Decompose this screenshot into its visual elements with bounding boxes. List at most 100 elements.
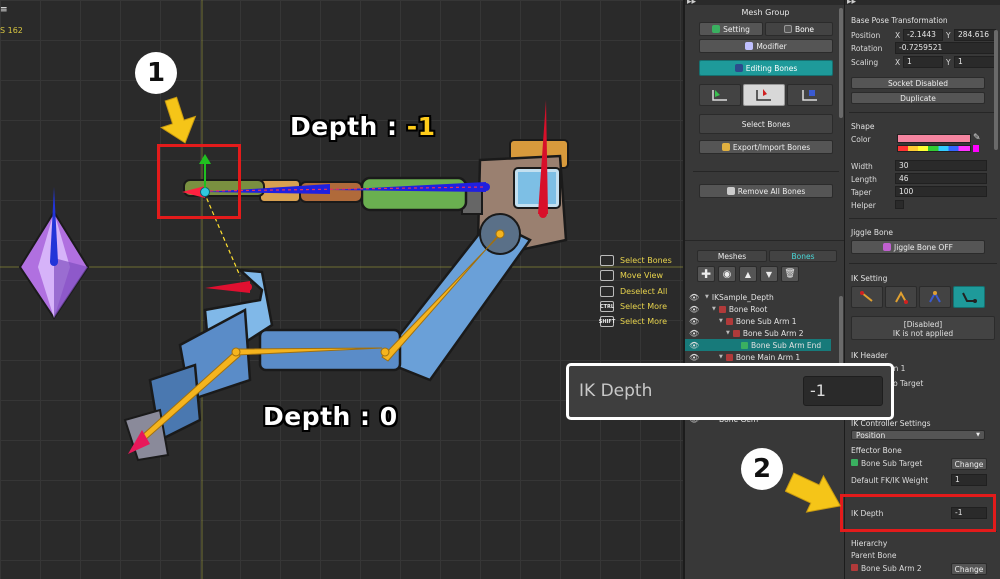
divider bbox=[693, 171, 839, 172]
divider bbox=[849, 112, 997, 113]
collapse-icon[interactable]: ▸▸ bbox=[847, 0, 856, 7]
color-palette[interactable] bbox=[897, 145, 971, 152]
effector-bone-label: Effector Bone bbox=[851, 446, 902, 455]
visibility-eye-icon[interactable]: 👁 bbox=[689, 341, 699, 350]
highlight-box-bone bbox=[157, 144, 241, 219]
tab-bone[interactable]: Bone bbox=[765, 22, 833, 36]
setting-icon bbox=[712, 25, 721, 33]
ik-mode-none[interactable] bbox=[851, 286, 883, 308]
add-bone-tool[interactable] bbox=[743, 84, 785, 106]
jiggle-bone-button[interactable]: Jiggle Bone OFF bbox=[851, 240, 985, 254]
visibility-eye-icon[interactable]: 👁 bbox=[689, 329, 699, 338]
visibility-eye-icon[interactable]: 👁 bbox=[689, 353, 699, 362]
modifier-button[interactable]: Modifier bbox=[699, 39, 833, 53]
position-x-field[interactable]: -2.1443 bbox=[903, 29, 943, 41]
visibility-eye-icon[interactable]: 👁 bbox=[689, 293, 699, 302]
tab-bone-label: Bone bbox=[794, 24, 815, 34]
layer-icon[interactable]: ◉ bbox=[718, 266, 736, 282]
ik-status-box: [Disabled] IK is not applied bbox=[851, 316, 995, 340]
tree-item[interactable]: 👁 ▼ IKSample_Depth bbox=[685, 291, 831, 303]
length-field[interactable]: 46 bbox=[895, 173, 987, 184]
parent-change-button[interactable]: Change bbox=[951, 563, 987, 575]
panel-top-bar bbox=[845, 0, 1000, 5]
step-2-badge: 2 bbox=[741, 448, 783, 490]
bone-icon bbox=[725, 353, 733, 361]
section-shape: Shape bbox=[851, 122, 875, 131]
duplicate-button[interactable]: Duplicate bbox=[851, 92, 985, 104]
visibility-eye-icon[interactable]: 👁 bbox=[689, 305, 699, 314]
inspector-scrollbar[interactable] bbox=[994, 30, 998, 150]
inspector-panel: ▸▸ Base Pose Transformation Position X -… bbox=[844, 0, 1000, 579]
chevron-down-icon: ▼ bbox=[976, 432, 980, 438]
helper-checkbox[interactable] bbox=[895, 200, 904, 209]
link-bone-tool[interactable] bbox=[787, 84, 833, 106]
editing-bones-button[interactable]: Editing Bones bbox=[699, 60, 833, 76]
expand-icon[interactable]: ▼ bbox=[719, 354, 723, 360]
expand-icon[interactable]: ▼ bbox=[705, 294, 709, 300]
hint-label: Move View bbox=[620, 271, 663, 281]
ik-depth-callout: IK Depth -1 bbox=[566, 363, 894, 420]
select-bone-tool[interactable] bbox=[699, 84, 741, 106]
viewport[interactable]: ≡ S 162 Select Bones Move View Deselect … bbox=[0, 0, 683, 579]
mouse-middle-icon bbox=[600, 270, 614, 282]
export-import-bones-button[interactable]: Export/Import Bones bbox=[699, 140, 833, 154]
color-palette-extra[interactable] bbox=[973, 145, 979, 152]
add-icon[interactable]: ✚ bbox=[697, 266, 715, 282]
visibility-eye-icon[interactable]: 👁 bbox=[689, 317, 699, 326]
helper-label: Helper bbox=[851, 201, 876, 210]
position-label: Position bbox=[851, 31, 881, 40]
tab-setting[interactable]: Setting bbox=[699, 22, 763, 36]
tab-bones[interactable]: Bones bbox=[769, 250, 837, 262]
tree-item-selected[interactable]: 👁 Bone Sub Arm End bbox=[685, 339, 831, 351]
control-hints: Select Bones Move View Deselect All CTRL… bbox=[599, 253, 672, 329]
expand-icon[interactable]: ▼ bbox=[719, 318, 723, 324]
default-fk-field[interactable]: 1 bbox=[951, 474, 987, 486]
ik-controller-settings: IK Controller Settings bbox=[851, 419, 931, 428]
move-up-icon[interactable]: ▲ bbox=[739, 266, 757, 282]
color-swatch[interactable] bbox=[897, 134, 971, 143]
effector-change-button[interactable]: Change bbox=[951, 458, 987, 470]
tree-item[interactable]: 👁 ▼ Bone Sub Arm 2 bbox=[685, 327, 831, 339]
collapse-icon[interactable]: ▸▸ bbox=[687, 0, 696, 7]
ik-header-label: IK Header bbox=[851, 351, 888, 360]
ik-mode-single[interactable] bbox=[885, 286, 917, 308]
tab-meshes[interactable]: Meshes bbox=[697, 250, 767, 262]
tree-item[interactable]: 👁 ▼ Bone Root bbox=[685, 303, 831, 315]
ik-mode-chain[interactable] bbox=[919, 286, 951, 308]
width-field[interactable]: 30 bbox=[895, 160, 987, 171]
eyedropper-icon[interactable]: ✎ bbox=[973, 133, 981, 143]
scale-x-field[interactable]: 1 bbox=[903, 56, 943, 68]
depth-label-top: Depth : -1 bbox=[290, 112, 436, 141]
scale-y-field[interactable]: 1 bbox=[954, 56, 996, 68]
depth-prefix: Depth : bbox=[263, 402, 380, 431]
width-label: Width bbox=[851, 162, 873, 171]
socket-button[interactable]: Socket Disabled bbox=[851, 77, 985, 89]
expand-icon[interactable]: ▼ bbox=[712, 306, 716, 312]
bone-icon bbox=[725, 317, 733, 325]
ik-none-icon bbox=[860, 291, 873, 302]
tree-item[interactable]: 👁 ▼ Bone Sub Arm 1 bbox=[685, 315, 831, 327]
move-down-icon[interactable]: ▼ bbox=[760, 266, 778, 282]
ik-controller-icon bbox=[962, 292, 977, 303]
divider bbox=[849, 218, 997, 219]
taper-field[interactable]: 100 bbox=[895, 186, 987, 197]
jiggle-label: Jiggle Bone OFF bbox=[894, 242, 953, 252]
expand-icon[interactable]: ▼ bbox=[726, 330, 730, 336]
hint-ctrl-select-more: CTRL Select More bbox=[600, 299, 672, 314]
remove-all-bones-button[interactable]: Remove All Bones bbox=[699, 184, 833, 198]
delete-icon[interactable]: 🗑 bbox=[781, 266, 799, 282]
depth-value: 0 bbox=[379, 402, 398, 431]
ik-controller-dropdown[interactable]: Position ▼ bbox=[851, 430, 985, 440]
viewport-menu-icon[interactable]: ≡ bbox=[0, 6, 8, 15]
hint-shift-select-more: SHIFT Select More bbox=[599, 314, 672, 329]
modifier-label: Modifier bbox=[756, 41, 787, 51]
ik-mode-controller[interactable] bbox=[953, 286, 985, 308]
hint-label: Deselect All bbox=[620, 286, 668, 296]
position-y-field[interactable]: 284.616 bbox=[954, 29, 996, 41]
scene-canvas[interactable] bbox=[0, 0, 683, 579]
y-label: Y bbox=[946, 58, 951, 67]
select-bones-button[interactable]: Select Bones bbox=[699, 114, 833, 134]
tree-item[interactable]: 👁 ▼ Bone Main Arm 1 bbox=[685, 351, 831, 363]
panel-scrollbar[interactable] bbox=[839, 8, 843, 118]
rotation-field[interactable]: -0.7259521 bbox=[895, 42, 995, 54]
